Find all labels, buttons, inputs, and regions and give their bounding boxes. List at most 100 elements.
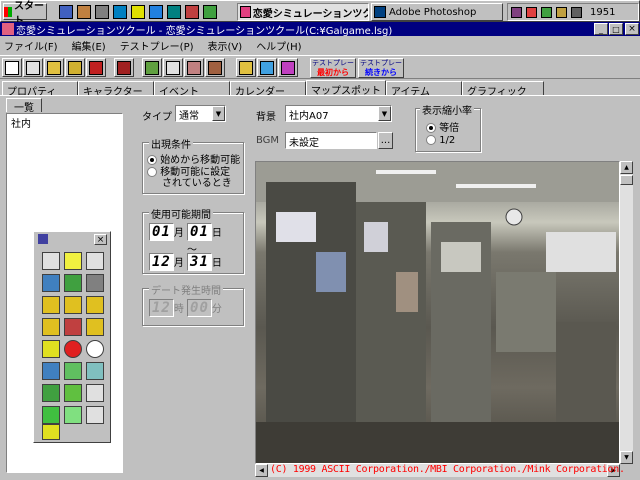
palette-tool-people[interactable]	[86, 318, 104, 336]
palette-tool-disc[interactable]	[86, 340, 104, 358]
scroll-down-button[interactable]: ▼	[620, 451, 633, 464]
test-play-continue-button[interactable]: テストプレー 続きから	[358, 58, 404, 78]
palette-tool-frog[interactable]	[42, 406, 60, 424]
palette-tool-lines[interactable]	[42, 384, 60, 402]
save-button[interactable]	[86, 58, 106, 77]
minimize-button[interactable]: _	[594, 23, 608, 35]
scale-option-1[interactable]: 等倍	[426, 119, 459, 134]
tray-icon[interactable]	[541, 6, 552, 18]
tool6-button[interactable]	[257, 58, 277, 77]
scroll-left-button[interactable]: ◀	[255, 464, 268, 477]
menu-help[interactable]: ヘルプ(H)	[256, 38, 301, 53]
chevron-down-icon[interactable]: ▼	[212, 106, 225, 121]
from-day-field[interactable]: 01	[187, 223, 212, 241]
palette-titlebar[interactable]: ×	[36, 234, 108, 245]
app-icon[interactable]	[77, 5, 91, 19]
vertical-scrollbar[interactable]: ▲ ▼	[620, 161, 633, 464]
menu-file[interactable]: ファイル(F)	[4, 38, 58, 53]
palette-tool-end[interactable]	[42, 424, 60, 440]
ie-icon[interactable]	[59, 5, 73, 19]
open-button[interactable]	[44, 58, 64, 77]
background-preview	[255, 161, 620, 464]
date-min-field: 00	[187, 299, 212, 317]
scale-option-2[interactable]: 1/2	[426, 135, 455, 146]
ie-icon[interactable]	[149, 5, 163, 19]
palette-tool-split[interactable]	[64, 318, 82, 336]
start-button[interactable]: スタート	[3, 1, 47, 27]
tab-calendar[interactable]: カレンダー	[230, 81, 306, 98]
tool4-button[interactable]	[205, 58, 225, 77]
scroll-up-button[interactable]: ▲	[620, 161, 633, 174]
tool-icon[interactable]	[113, 5, 127, 19]
tray-icon[interactable]	[556, 6, 567, 18]
chevron-down-icon[interactable]: ▼	[378, 106, 391, 121]
palette-tool-move[interactable]	[42, 318, 60, 336]
paint-icon[interactable]	[131, 5, 145, 19]
tool3-button[interactable]	[184, 58, 204, 77]
settings-icon[interactable]	[95, 5, 109, 19]
appear-option-1[interactable]: 始めから移動可能	[147, 151, 240, 166]
scroll-thumb[interactable]	[620, 175, 633, 185]
palette-tool-box[interactable]	[86, 274, 104, 292]
magnet-button[interactable]	[114, 58, 134, 77]
type-select[interactable]: 通常 ▼	[175, 105, 226, 122]
menu-view[interactable]: 表示(V)	[208, 38, 243, 53]
tool1-button[interactable]	[142, 58, 162, 77]
palette-tool-clock[interactable]	[64, 252, 82, 270]
radio-icon	[147, 155, 157, 165]
palette-tool-spray[interactable]	[64, 406, 82, 424]
palette-tool-money[interactable]	[86, 252, 104, 270]
bgm-field[interactable]: 未設定	[285, 132, 377, 149]
tab-mapspot[interactable]: マップスポット	[306, 80, 386, 97]
tab-item[interactable]: アイテム	[386, 81, 462, 98]
palette-tool-flow[interactable]	[42, 274, 60, 292]
palette-tool-grid[interactable]	[42, 252, 60, 270]
bgm-browse-button[interactable]: ...	[378, 132, 393, 149]
radio-icon	[426, 135, 436, 145]
palette-tool-pattern2[interactable]	[86, 362, 104, 380]
palette-tool-jump[interactable]	[86, 384, 104, 402]
game-icon[interactable]	[185, 5, 199, 19]
close-button[interactable]: ×	[625, 23, 639, 35]
tray-icon[interactable]	[526, 6, 537, 18]
new-button[interactable]	[2, 58, 22, 77]
palette-tool-arrow[interactable]	[64, 274, 82, 292]
palette-tool-sign3[interactable]	[86, 296, 104, 314]
list-tab[interactable]: 一覧	[6, 98, 42, 114]
volume-icon[interactable]	[571, 6, 582, 18]
tab-character[interactable]: キャラクター	[78, 81, 154, 98]
settings-button[interactable]	[23, 58, 43, 77]
bg-select[interactable]: 社内A07 ▼	[285, 105, 392, 122]
palette-tool-flag[interactable]	[86, 406, 104, 424]
to-month-field[interactable]: 12	[149, 253, 174, 271]
tab-property[interactable]: プロパティ	[2, 81, 78, 98]
title-bar[interactable]: 恋愛シミュレーションツクール - 恋愛シミュレーションツクール(C:¥Galga…	[0, 22, 640, 37]
list-item[interactable]: 社内	[7, 114, 122, 131]
from-month-field[interactable]: 01	[149, 223, 174, 241]
palette-tool-record[interactable]	[64, 340, 82, 358]
menu-edit[interactable]: 編集(E)	[72, 38, 106, 53]
tool2-button[interactable]	[163, 58, 183, 77]
maximize-button[interactable]: □	[609, 23, 623, 35]
test-play-start-button[interactable]: テストプレー 最初から	[310, 58, 356, 78]
palette-tool-list[interactable]	[42, 362, 60, 380]
tab-event[interactable]: イベント	[154, 81, 230, 98]
taskbar-button-active[interactable]: 恋愛シミュレーションツク...	[237, 3, 369, 21]
palette-tool-pattern[interactable]	[64, 362, 82, 380]
palette-tool-sign2[interactable]	[64, 296, 82, 314]
palette-tool-dots[interactable]	[64, 384, 82, 402]
tool7-button[interactable]	[278, 58, 298, 77]
tray-icon[interactable]	[511, 6, 522, 18]
open2-button[interactable]	[65, 58, 85, 77]
monitor-icon[interactable]	[167, 5, 181, 19]
palette-close-button[interactable]: ×	[94, 234, 107, 245]
flag-icon[interactable]	[203, 5, 217, 19]
taskbar-button-photoshop[interactable]: Adobe Photoshop	[371, 3, 503, 21]
menu-testplay[interactable]: テストプレー(P)	[120, 38, 194, 53]
to-day-field[interactable]: 31	[187, 253, 212, 271]
appear-option-2[interactable]: 移動可能に設定 されているとき	[147, 167, 232, 189]
tool5-button[interactable]	[236, 58, 256, 77]
palette-tool-folder[interactable]	[42, 340, 60, 358]
palette-tool-sign[interactable]	[42, 296, 60, 314]
tab-graphic[interactable]: グラフィック	[462, 81, 544, 98]
